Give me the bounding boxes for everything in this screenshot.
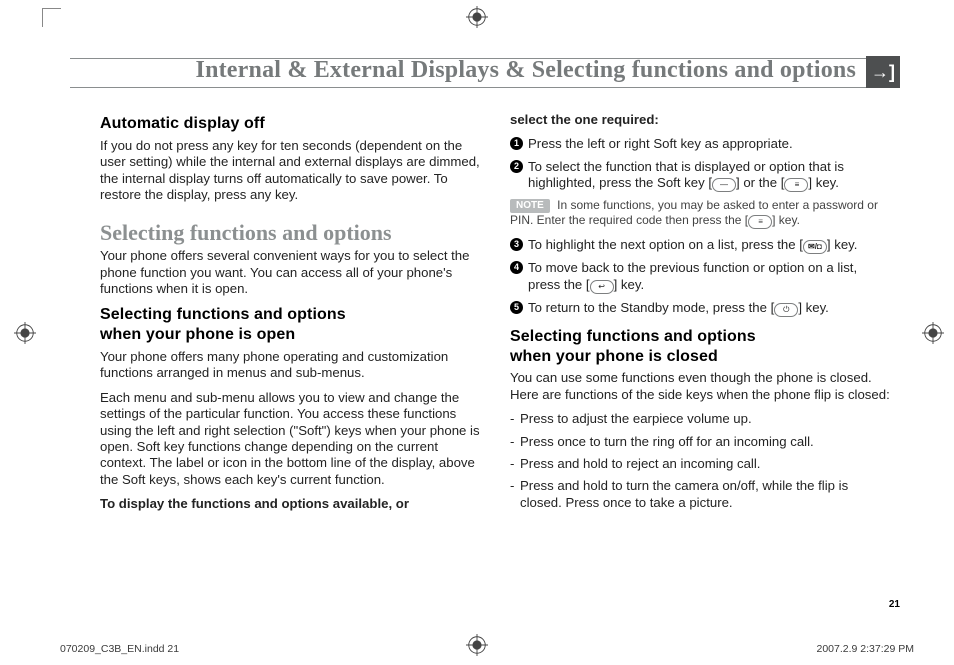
step-3-text-a: To highlight the next option on a list, … [528, 237, 803, 252]
paragraph-auto-display-off: If you do not press any key for ten seco… [100, 138, 480, 203]
heading-continue: select the one required: [510, 112, 890, 128]
step-5-text-a: To return to the Standby mode, press the… [528, 300, 774, 315]
heading-open-line2: when your phone is open [100, 325, 480, 345]
step-2: 2 To select the function that is display… [510, 159, 890, 192]
end-key-icon: ⏻ [774, 303, 798, 317]
step-5-text-b: ] key. [798, 300, 829, 315]
heading-auto-display-off: Automatic display off [100, 114, 480, 134]
registration-mark-right [922, 322, 944, 344]
step-number-2: 2 [510, 160, 523, 173]
closed-item-3: Press and hold to turn the camera on/off… [510, 478, 890, 511]
step-number-3: 3 [510, 238, 523, 251]
closed-item-2: Press and hold to reject an incoming cal… [510, 456, 890, 472]
step-1-text: Press the left or right Soft key as appr… [528, 136, 793, 151]
menu-key-icon-2: ≡ [748, 215, 772, 229]
note-text-a: In some functions, you may be asked to e… [510, 198, 878, 227]
closed-item-0: Press to adjust the earpiece volume up. [510, 411, 890, 427]
page-number: 21 [889, 599, 900, 610]
footer-file: 070209_C3B_EN.indd 21 [60, 643, 179, 655]
step-3: 3 To highlight the next option on a list… [510, 237, 890, 254]
heading-open-line1: Selecting functions and options [100, 305, 480, 325]
page-body: Automatic display off If you do not pres… [48, 10, 910, 622]
steps-list-continued: 3 To highlight the next option on a list… [510, 237, 890, 316]
steps-list: 1 Press the left or right Soft key as ap… [510, 136, 890, 192]
registration-mark-left [14, 322, 36, 344]
paragraph-open-2: Each menu and sub-menu allows you to vie… [100, 390, 480, 488]
paragraph-open-lead: To display the functions and options ava… [100, 496, 480, 512]
step-2-text-b: ] or the [ [736, 175, 784, 190]
closed-list: Press to adjust the earpiece volume up. … [510, 411, 890, 511]
step-2-text-c: ] key. [808, 175, 839, 190]
note-text-b: ] key. [772, 213, 800, 227]
closed-item-1: Press once to turn the ring off for an i… [510, 434, 890, 450]
step-4-text-a: To move back to the previous function or… [528, 260, 857, 291]
step-3-text-b: ] key. [827, 237, 858, 252]
heading-closed-line1: Selecting functions and options [510, 327, 890, 347]
heading-closed-line2: when your phone is closed [510, 347, 890, 367]
paragraph-closed-intro: You can use some functions even though t… [510, 370, 890, 403]
note-line: NOTE In some functions, you may be asked… [510, 198, 890, 229]
step-4-text-b: ] key. [614, 277, 645, 292]
cancel-key-icon: ↩ [590, 280, 614, 294]
footer-timestamp: 2007.2.9 2:37:29 PM [817, 643, 915, 655]
registration-mark-bottom [466, 634, 488, 656]
step-number-1: 1 [510, 137, 523, 150]
column-right: select the one required: 1 Press the lef… [510, 110, 890, 520]
paragraph-select-intro: Your phone offers several convenient way… [100, 248, 480, 297]
step-1: 1 Press the left or right Soft key as ap… [510, 136, 890, 152]
column-left: Automatic display off If you do not pres… [100, 110, 480, 520]
soft-key-icon: — [712, 178, 736, 192]
menu-key-icon: ≡ [784, 178, 808, 192]
step-4: 4 To move back to the previous function … [510, 260, 890, 293]
step-number-4: 4 [510, 261, 523, 274]
paragraph-open-1: Your phone offers many phone operating a… [100, 349, 480, 382]
step-5: 5 To return to the Standby mode, press t… [510, 300, 890, 317]
step-number-5: 5 [510, 301, 523, 314]
heading-selecting-functions: Selecting functions and options [100, 221, 480, 244]
message-camera-key-icon: ✉/◘ [803, 240, 827, 254]
note-badge: NOTE [510, 199, 550, 213]
